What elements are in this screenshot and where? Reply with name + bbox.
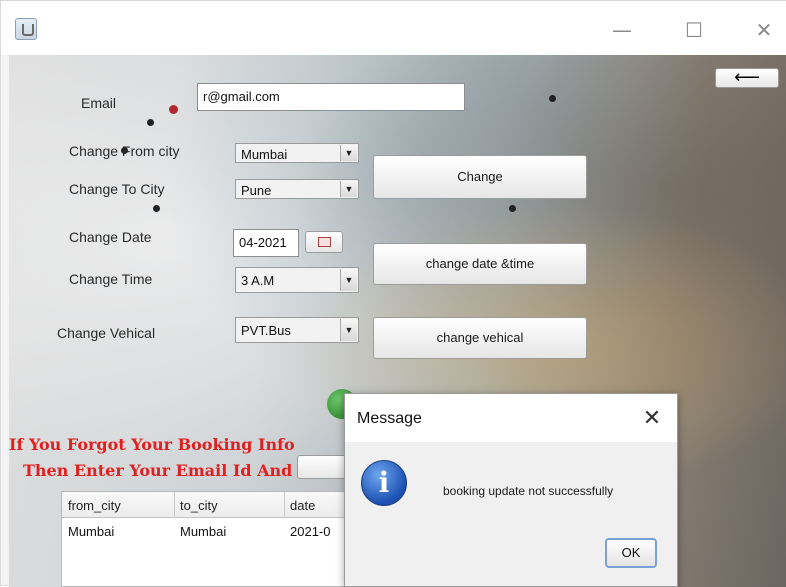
change-button[interactable]: Change	[373, 155, 587, 199]
forgot-info-line2: Then Enter Your Email Id And	[23, 461, 293, 480]
chevron-down-icon: ▼	[340, 181, 357, 197]
column-header[interactable]: to_city	[180, 498, 218, 513]
column-divider	[284, 492, 285, 518]
info-icon: i	[361, 460, 407, 506]
change-date-time-button[interactable]: change date &time	[373, 243, 587, 285]
dialog-message: booking update not successfully	[443, 484, 614, 498]
email-field[interactable]: r@gmail.com	[197, 83, 465, 111]
time-label: Change Time	[69, 271, 153, 287]
minimize-button[interactable]: —	[609, 17, 635, 43]
dialog-title-bar: Message ✕	[345, 394, 677, 442]
vehicle-value: PVT.Bus	[241, 323, 291, 338]
table-header: from_city to_city date	[62, 492, 360, 518]
email-label: Email	[81, 95, 117, 111]
calendar-button[interactable]	[305, 231, 343, 253]
from-city-dropdown[interactable]: Mumbai ▼	[235, 143, 359, 163]
booking-table: from_city to_city date Mumbai Mumbai 202…	[61, 491, 361, 587]
column-header[interactable]: date	[290, 498, 315, 513]
to-city-value: Pune	[241, 183, 272, 198]
dialog-close-button[interactable]: ✕	[639, 406, 665, 432]
chevron-down-icon: ▼	[340, 319, 357, 341]
java-app-icon	[15, 18, 37, 40]
ok-button[interactable]: OK	[605, 538, 657, 568]
message-dialog: Message ✕ i booking update not successfu…	[344, 393, 678, 587]
column-divider	[174, 492, 175, 518]
title-bar: — ☐ ✕	[1, 1, 786, 55]
time-value: 3 A.M	[241, 273, 275, 288]
to-city-label: Change To City	[69, 181, 165, 197]
map-pin-decoration	[549, 95, 556, 102]
close-window-button[interactable]: ✕	[751, 17, 777, 43]
from-city-label: Change From city	[69, 143, 180, 159]
map-pin-decoration	[509, 205, 516, 212]
map-pin-decoration	[147, 119, 154, 126]
forgot-info-line1: If You Forgot Your Booking Info	[9, 435, 295, 454]
dialog-title: Message	[357, 410, 422, 427]
change-vehicle-button[interactable]: change vehical	[373, 317, 587, 359]
table-cell: Mumbai	[68, 524, 115, 539]
chevron-down-icon: ▼	[340, 269, 357, 291]
maximize-button[interactable]: ☐	[681, 17, 707, 43]
column-header[interactable]: from_city	[68, 498, 121, 513]
time-dropdown[interactable]: 3 A.M ▼	[235, 267, 359, 293]
date-field[interactable]: 04-2021	[233, 229, 299, 257]
table-cell: Mumbai	[180, 524, 227, 539]
to-city-dropdown[interactable]: Pune ▼	[235, 179, 359, 199]
table-cell: 2021-0	[290, 524, 331, 539]
map-pin-decoration	[169, 105, 178, 114]
from-city-value: Mumbai	[241, 147, 288, 162]
date-label: Change Date	[69, 229, 152, 245]
vehicle-dropdown[interactable]: PVT.Bus ▼	[235, 317, 359, 343]
back-arrow-button[interactable]: ⟵	[715, 68, 779, 88]
calendar-icon	[318, 237, 331, 247]
map-pin-decoration	[153, 205, 160, 212]
chevron-down-icon: ▼	[340, 145, 357, 161]
vehicle-label: Change Vehical	[57, 325, 156, 341]
app-window: — ☐ ✕ ⟵ Email r@gmail.com Change From ci…	[0, 0, 786, 587]
